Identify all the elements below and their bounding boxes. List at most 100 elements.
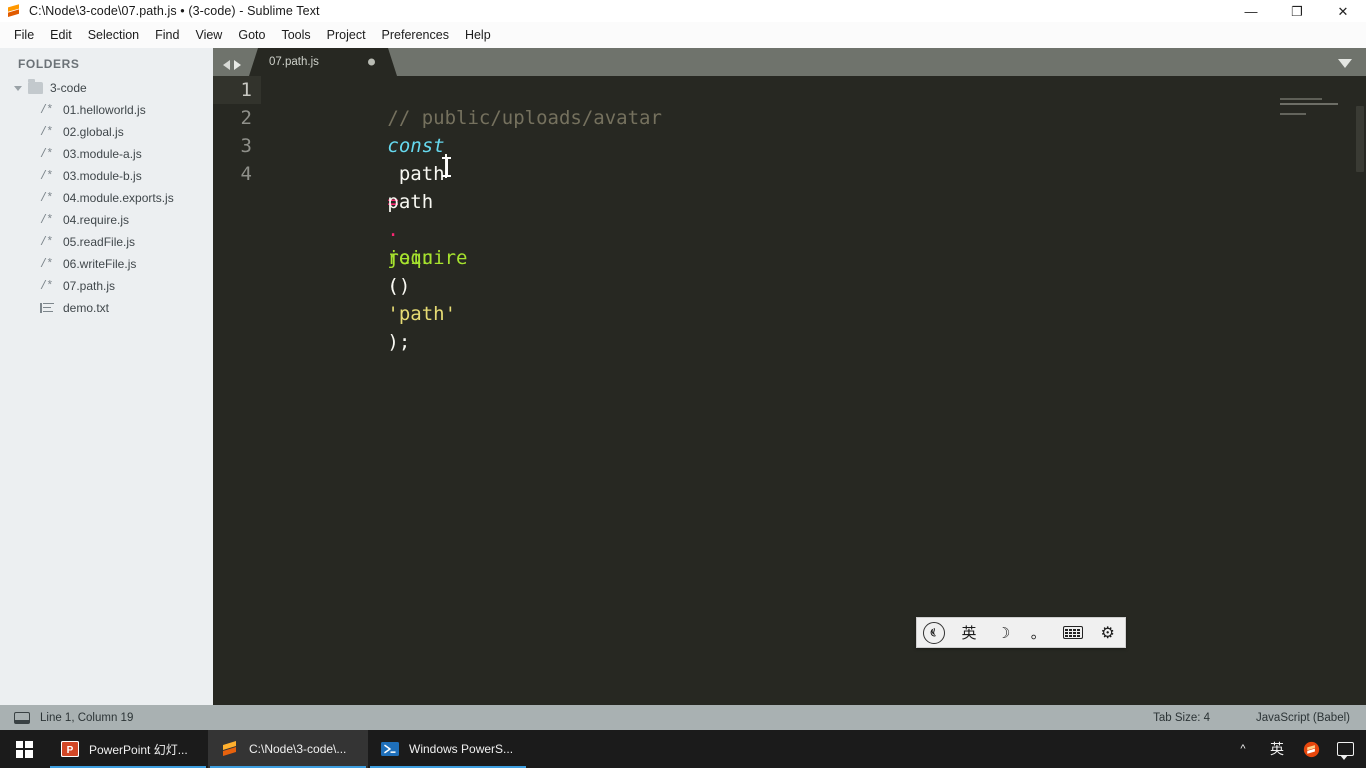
line-number: 2	[240, 107, 252, 129]
tab-overflow-chevron-down-icon[interactable]	[1338, 59, 1352, 68]
code-token: const	[387, 135, 445, 157]
start-button[interactable]	[0, 730, 48, 768]
sidebar-file-05-readfile[interactable]: /* 05.readFile.js	[0, 231, 213, 253]
sidebar-file-06-writefile[interactable]: /* 06.writeFile.js	[0, 253, 213, 275]
file-label: 01.helloworld.js	[63, 103, 146, 117]
taskbar-item-label: Windows PowerS...	[409, 742, 514, 756]
keyboard-icon[interactable]	[1062, 620, 1084, 646]
close-button[interactable]: ✕	[1320, 0, 1366, 22]
window-controls: — ❐ ✕	[1228, 0, 1366, 22]
menu-project[interactable]: Project	[319, 25, 374, 45]
sidebar-file-01-helloworld[interactable]: /* 01.helloworld.js	[0, 99, 213, 121]
menu-edit[interactable]: Edit	[42, 25, 80, 45]
ime-language-indicator[interactable]: 英	[1268, 730, 1286, 768]
menu-preferences[interactable]: Preferences	[374, 25, 457, 45]
folder-icon	[28, 79, 43, 94]
vertical-scrollbar[interactable]	[1356, 106, 1364, 172]
sidebar-folder-3-code[interactable]: 3-code	[0, 77, 213, 99]
status-bar: Line 1, Column 19 Tab Size: 4 JavaScript…	[0, 705, 1366, 730]
sidebar-file-02-global[interactable]: /* 02.global.js	[0, 121, 213, 143]
file-label: 07.path.js	[63, 279, 116, 293]
file-label: 04.require.js	[63, 213, 130, 227]
js-file-icon: /*	[40, 235, 53, 249]
sidebar-file-07-path[interactable]: /* 07.path.js	[0, 275, 213, 297]
file-label: 06.writeFile.js	[63, 257, 137, 271]
sidebar-file-demo-txt[interactable]: demo.txt	[0, 297, 213, 319]
file-label: 04.module.exports.js	[63, 191, 174, 205]
sidebar-file-03-module-a[interactable]: /* 03.module-a.js	[0, 143, 213, 165]
code-editor[interactable]: 1 2 3 4 // public/uploads/avatar const p…	[213, 76, 1366, 705]
show-hidden-icons-chevron-up-icon[interactable]: ^	[1234, 730, 1252, 768]
text-file-icon	[40, 302, 54, 314]
window-title: C:\Node\3-code\07.path.js • (3-code) - S…	[29, 4, 320, 18]
menu-help[interactable]: Help	[457, 25, 499, 45]
code-lines: // public/uploads/avatar const path = re…	[273, 76, 1366, 353]
chevron-down-icon[interactable]	[14, 85, 22, 91]
js-file-icon: /*	[40, 103, 53, 117]
js-file-icon: /*	[40, 213, 53, 227]
powerpoint-icon: P	[60, 739, 80, 759]
ime-language-mode[interactable]: 英	[958, 620, 980, 646]
restore-button[interactable]: ❐	[1274, 0, 1320, 22]
file-label: 02.global.js	[63, 125, 124, 139]
menu-selection[interactable]: Selection	[80, 25, 147, 45]
tab-label: 07.path.js	[269, 56, 319, 68]
console-toggle-icon[interactable]	[14, 711, 30, 724]
menu-goto[interactable]: Goto	[230, 25, 273, 45]
ime-floating-toolbar: 英 ☽ 。 ⚙	[916, 617, 1126, 648]
sidebar-file-04-require[interactable]: /* 04.require.js	[0, 209, 213, 231]
js-file-icon: /*	[40, 191, 53, 205]
code-line: // public/uploads/avatar	[273, 76, 1366, 129]
sublime-text-icon	[6, 3, 22, 19]
code-token: // public/uploads/avatar	[387, 107, 662, 129]
menu-tools[interactable]: Tools	[273, 25, 318, 45]
notifications-icon[interactable]	[1336, 730, 1354, 768]
file-label: 05.readFile.js	[63, 235, 136, 249]
js-file-icon: /*	[40, 125, 53, 139]
tab-07-path-js[interactable]: 07.path.js	[249, 48, 397, 76]
code-token: path	[387, 191, 434, 213]
sidebar-file-03-module-b[interactable]: /* 03.module-b.js	[0, 165, 213, 187]
sidebar: FOLDERS 3-code /* 01.helloworld.js /* 02…	[0, 48, 213, 705]
minimap[interactable]	[1280, 98, 1354, 124]
sidebar-file-04-module-exports[interactable]: /* 04.module.exports.js	[0, 187, 213, 209]
taskbar-item-label: PowerPoint 幻灯...	[89, 742, 188, 757]
taskbar-item-sublime[interactable]: C:\Node\3-code\...	[208, 730, 368, 768]
js-file-icon: /*	[40, 169, 53, 183]
file-label: 03.module-b.js	[63, 169, 142, 183]
sogou-logo-icon[interactable]	[923, 620, 946, 646]
status-bar-right: Tab Size: 4 JavaScript (Babel)	[1153, 712, 1366, 724]
punctuation-mode-icon[interactable]: 。	[1027, 620, 1049, 646]
tab-size-status[interactable]: Tab Size: 4	[1153, 712, 1210, 724]
taskbar-item-powershell[interactable]: Windows PowerS...	[368, 730, 528, 768]
menu-view[interactable]: View	[187, 25, 230, 45]
minimize-button[interactable]: —	[1228, 0, 1274, 22]
line-number-gutter: 1 2 3 4	[213, 76, 261, 705]
menu-bar: File Edit Selection Find View Goto Tools…	[0, 22, 1366, 48]
line-number: 1	[213, 76, 261, 104]
editor-pane: 07.path.js 1 2 3 4 // public/uploads/ava…	[213, 48, 1366, 705]
folder-label: 3-code	[50, 81, 87, 95]
syntax-status[interactable]: JavaScript (Babel)	[1256, 712, 1350, 724]
folders-header: FOLDERS	[18, 57, 80, 71]
sublime-text-window: C:\Node\3-code\07.path.js • (3-code) - S…	[0, 0, 1366, 768]
js-file-icon: /*	[40, 147, 53, 161]
menu-file[interactable]: File	[6, 25, 42, 45]
js-file-icon: /*	[40, 257, 53, 271]
code-token: );	[387, 331, 411, 353]
sublime-tray-icon[interactable]	[1302, 730, 1320, 768]
moon-icon[interactable]: ☽	[993, 620, 1015, 646]
taskbar: P PowerPoint 幻灯... C:\Node\3-code\... Wi…	[0, 730, 1366, 768]
settings-gear-icon[interactable]: ⚙	[1097, 620, 1119, 646]
menu-find[interactable]: Find	[147, 25, 187, 45]
next-tab-arrow-icon[interactable]	[234, 60, 241, 70]
powershell-icon	[380, 739, 400, 759]
cursor-position-status[interactable]: Line 1, Column 19	[40, 712, 133, 724]
taskbar-item-powerpoint[interactable]: P PowerPoint 幻灯...	[48, 730, 208, 768]
code-token: ()	[387, 275, 411, 297]
taskbar-item-label: C:\Node\3-code\...	[249, 742, 347, 756]
mouse-ibeam-cursor-icon	[442, 156, 451, 178]
file-label: 03.module-a.js	[63, 147, 142, 161]
svg-text:P: P	[67, 745, 74, 756]
previous-tab-arrow-icon[interactable]	[223, 60, 230, 70]
